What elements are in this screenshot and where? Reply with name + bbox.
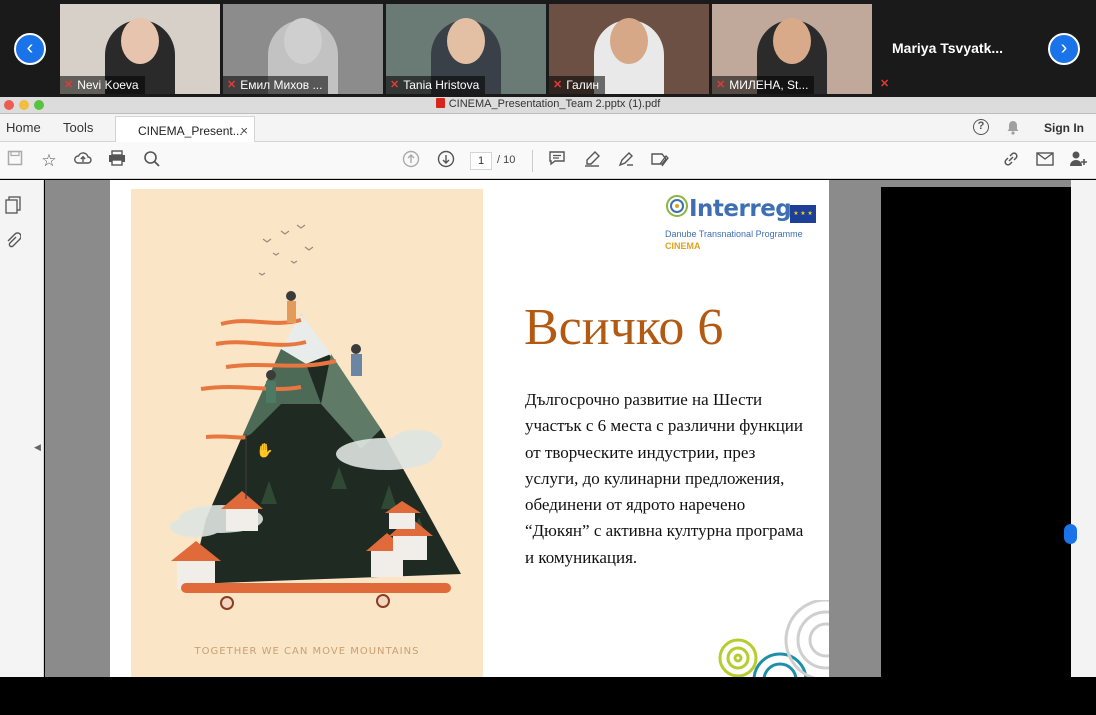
logo-project: CINEMA [665,241,701,251]
help-icon[interactable]: ? [973,119,989,135]
participant-name: Mariya Tsvyatk... [892,40,1004,56]
participant-tile[interactable]: ✕ Nevi Koeva [60,4,220,94]
participant-head [121,18,159,64]
participant-tile[interactable]: ✕ МИЛЕНА, St... [712,4,872,94]
mic-off-icon: ✕ [880,78,890,90]
participant-tile[interactable]: ✕ Емил Михов ... [223,4,383,94]
share-link-icon[interactable] [1000,150,1022,172]
add-person-icon[interactable] [1068,150,1090,172]
comment-icon[interactable] [546,150,568,172]
email-icon[interactable] [1034,150,1056,172]
tools-tab[interactable]: Tools [63,120,93,135]
mic-off-icon: ✕ [64,79,74,91]
participant-tile[interactable]: ✕ Галин [549,4,709,94]
participant-head [284,18,322,64]
search-icon[interactable] [141,150,163,172]
app-menubar: Home Tools CINEMA_Present... × ? Sign In [0,114,1096,143]
pdf-page: TOGETHER WE CAN MOVE MOUNTAINS Interreg … [110,180,829,677]
attachments-paperclip-icon[interactable] [4,232,22,250]
window-title: CINEMA_Presentation_Team 2.pptx (1).pdf [0,98,1096,110]
sign-in-button[interactable]: Sign In [1044,121,1084,135]
participant-name: Емил Михов ... [240,78,323,92]
highlight-pen-icon[interactable] [581,150,603,172]
participant-name-label: ✕ МИЛЕНА, St... [712,76,815,94]
decorative-circles [718,600,829,677]
page-total: / 10 [497,154,516,166]
print-icon[interactable] [106,150,128,172]
next-participants-button[interactable]: › [1048,33,1080,65]
mountain-illustration [170,224,461,610]
upload-cloud-icon[interactable] [72,150,94,172]
participant-name: Галин [566,78,600,92]
close-tab-icon[interactable]: × [240,123,248,138]
participant-head [773,18,811,64]
sign-pen-icon[interactable] [615,150,637,172]
logo-name: Interreg [689,196,792,222]
mic-off-icon: ✕ [390,79,400,91]
slide-title: Всичко 6 [524,299,724,356]
fill-sign-icon[interactable] [649,150,671,172]
right-pane-toggle-button[interactable] [1064,524,1077,544]
toolbar-divider [532,150,533,172]
interreg-swirl-icon [666,195,688,217]
save-icon[interactable] [4,150,26,172]
poster-illustration: TOGETHER WE CAN MOVE MOUNTAINS [131,189,483,677]
mic-off-icon: ✕ [227,79,237,91]
logo-programme: Danube Transnational Programme [665,229,803,239]
document-toolbar: ☆ 1 / 10 [0,142,1096,179]
participant-head [610,18,648,64]
participant-name-label: ✕ Галин [549,76,606,94]
navigation-pane: ◀ [0,180,44,677]
participant-name-label: ✕ Емил Михов ... [223,76,329,94]
hand-cursor-icon: ✋ [256,442,274,458]
home-tab[interactable]: Home [6,120,41,135]
page-number-input[interactable]: 1 [470,152,492,170]
participant-name: МИЛЕНА, St... [729,78,809,92]
collapse-pane-arrow-icon[interactable]: ◀ [34,442,41,453]
previous-participants-button[interactable]: ‹ [14,33,46,65]
bottom-bar [0,677,1096,715]
document-tab-label: CINEMA_Present... [138,124,243,138]
screen-share-overlay [881,187,1071,677]
participant-tile-no-video[interactable]: Mariya Tsvyatk... ✕ [874,4,1034,94]
participant-head [447,18,485,64]
document-tab[interactable]: CINEMA_Present... × [115,116,255,143]
participant-name-label: ✕ Nevi Koeva [60,76,145,94]
page-thumbnails-icon[interactable] [4,196,22,214]
previous-page-icon[interactable] [400,150,422,172]
participant-tile[interactable]: ✕ Tania Hristova [386,4,546,94]
right-tools-pane [1071,180,1096,677]
bookmark-star-icon[interactable]: ☆ [38,150,60,172]
participant-name: Nevi Koeva [77,78,139,92]
pdf-file-icon [435,98,445,108]
eu-flag-icon: ★ ★ ★ [790,205,816,223]
window-titlebar: CINEMA_Presentation_Team 2.pptx (1).pdf [0,97,1096,114]
participant-name-label: ✕ Tania Hristova [386,76,486,94]
participant-name: Tania Hristova [403,78,480,92]
interreg-logo: Interreg ★ ★ ★ Danube Transnational Prog… [665,192,825,252]
notification-bell-icon[interactable] [1006,120,1020,135]
mic-off-icon: ✕ [553,79,563,91]
participant-strip: ‹ ✕ Nevi Koeva ✕ Емил Михов ... ✕ Tania Hri… [0,0,1096,97]
window-title-text: CINEMA_Presentation_Team 2.pptx (1).pdf [448,98,661,110]
next-page-icon[interactable] [435,150,457,172]
mic-off-icon: ✕ [716,79,726,91]
slide-body-text: Дългосрочно развитие на Шести участък с … [525,390,804,567]
poster-caption: TOGETHER WE CAN MOVE MOUNTAINS [194,646,420,657]
